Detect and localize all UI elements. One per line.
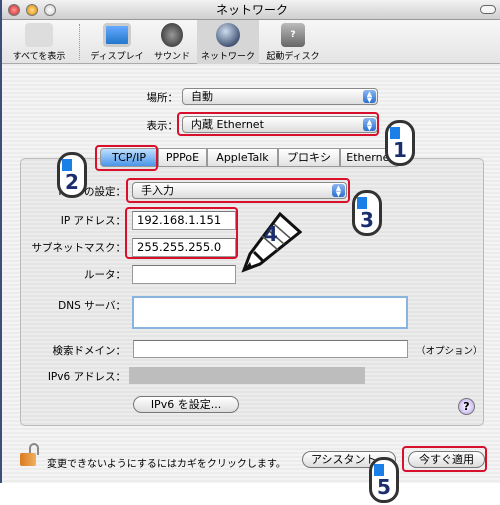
toolbar: すべてを表示 ディスプレイ サウンド ネットワーク ? 起動ディスク	[2, 20, 500, 64]
window-title: ネットワーク	[215, 3, 288, 17]
show-label: 表示：	[146, 120, 179, 132]
lock-icon[interactable]	[18, 443, 42, 467]
minimize-button[interactable]	[26, 4, 38, 16]
toolbar-separator	[79, 24, 80, 60]
close-button[interactable]	[8, 4, 20, 16]
highlight-tcpip-tab	[95, 145, 158, 171]
dns-server-field[interactable]	[132, 296, 408, 329]
dns-server-label: DNS サーバ：	[58, 300, 126, 312]
step-4-pencil-icon: 4	[240, 211, 303, 274]
tab-proxy[interactable]: プロキシ	[278, 148, 340, 167]
step-1-mouse-icon: 1	[385, 120, 415, 166]
highlight-config-popup	[126, 178, 350, 203]
toolbar-toggle-button[interactable]	[480, 5, 496, 14]
tab-appletalk[interactable]: AppleTalk	[207, 148, 278, 167]
location-value: 自動	[191, 90, 213, 103]
ip-address-label: IP アドレス：	[60, 215, 126, 227]
display-icon	[103, 23, 131, 47]
ipv6-address-value	[129, 367, 365, 384]
toolbar-label: すべてを表示	[12, 52, 66, 62]
configure-ipv6-button[interactable]: IPv6 を設定...	[133, 396, 239, 413]
location-popup[interactable]: 自動 ▲ ▼	[182, 88, 378, 105]
toolbar-label: 起動ディスク	[266, 52, 320, 62]
speaker-icon	[161, 23, 183, 47]
help-button[interactable]: ?	[458, 398, 475, 415]
zoom-button[interactable]	[44, 4, 56, 16]
step-5-mouse-icon: 5	[369, 457, 399, 503]
popup-arrows-icon: ▲ ▼	[363, 90, 376, 104]
search-domain-label: 検索ドメイン：	[52, 345, 127, 357]
highlight-show-popup	[177, 112, 379, 136]
location-label: 場所：	[146, 92, 179, 104]
toolbar-label: ネットワーク	[200, 52, 255, 62]
disk-icon: ?	[281, 23, 305, 47]
lock-message: 変更できないようにするにはカギをクリックします。	[47, 459, 286, 470]
tab-pppoe[interactable]: PPPoE	[158, 148, 207, 167]
toolbar-network[interactable]: ネットワーク	[197, 20, 259, 64]
toolbar-label: ディスプレイ	[90, 52, 144, 62]
highlight-apply-button	[402, 446, 487, 472]
toolbar-display[interactable]: ディスプレイ	[86, 20, 148, 64]
subnet-mask-label: サブネットマスク：	[31, 242, 127, 254]
highlight-address-fields	[125, 207, 238, 259]
globe-icon	[216, 23, 240, 47]
toolbar-label: サウンド	[153, 52, 190, 62]
router-label: ルータ：	[84, 269, 126, 281]
step-2-mouse-icon: 2	[57, 152, 87, 198]
toolbar-sound[interactable]: サウンド	[150, 20, 194, 64]
step-4-number: 4	[264, 222, 278, 246]
router-field[interactable]	[132, 265, 236, 284]
apple-icon	[25, 23, 53, 47]
title-bar: ネットワーク	[2, 0, 500, 20]
toolbar-show-all[interactable]: すべてを表示	[6, 20, 72, 64]
ipv6-address-label: IPv6 アドレス：	[47, 371, 126, 383]
search-domain-field[interactable]	[133, 340, 408, 358]
toolbar-startup-disk[interactable]: ? 起動ディスク	[261, 20, 325, 64]
step-3-mouse-icon: 3	[352, 190, 382, 236]
search-domain-hint: （オプション）	[416, 346, 483, 357]
